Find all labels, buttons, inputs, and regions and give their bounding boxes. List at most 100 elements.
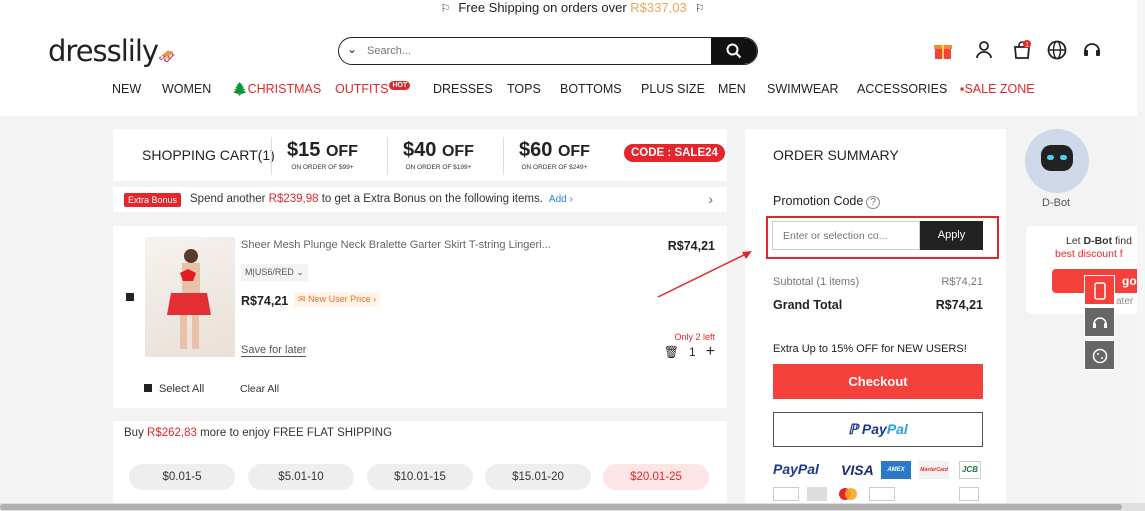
grand-total-value: R$74,21	[935, 298, 983, 312]
subtotal-value: R$74,21	[941, 276, 983, 288]
price-range-tab-active[interactable]: $20.01-25	[603, 464, 709, 490]
product-image[interactable]	[145, 237, 235, 357]
paypal-logo: PayPal	[773, 461, 819, 477]
mobile-app-button[interactable]	[1084, 275, 1115, 305]
item-checkbox[interactable]	[126, 293, 134, 301]
flag-icon: ⚐	[440, 3, 451, 15]
site-header: dresslily🛷 ⌄ 1 NEW WOMEN 🌲CHRISTMAS OUTF…	[0, 22, 1145, 116]
nav-men[interactable]: MEN	[718, 82, 746, 96]
cart-title: SHOPPING CART(1)	[142, 147, 275, 163]
d-bot-label: D-Bot	[1042, 197, 1071, 209]
nav-christmas[interactable]: 🌲CHRISTMAS	[232, 82, 321, 97]
free-shipping-banner: ⚐ Free Shipping on orders over R$337,03 ⚐	[0, 0, 1145, 22]
nav-sale-zone[interactable]: ▪SALE ZONE	[960, 82, 1035, 96]
maestro-icon	[905, 487, 949, 501]
card-icon	[807, 487, 827, 501]
search-input[interactable]	[367, 42, 707, 60]
cart-item: Sheer Mesh Plunge Neck Bralette Garter S…	[113, 226, 727, 408]
order-summary-title: ORDER SUMMARY	[773, 147, 899, 163]
promotion-code-label: Promotion Code?	[773, 194, 880, 209]
search-button[interactable]	[711, 38, 757, 64]
nav-tops[interactable]: TOPS	[507, 82, 541, 96]
apply-button[interactable]: Apply	[920, 221, 983, 250]
bonus-amount: R$239,98	[268, 193, 319, 205]
cart-header: SHOPPING CART(1) $15 OFF ON ORDER OF $99…	[113, 129, 727, 181]
nav-dresses[interactable]: DRESSES	[433, 82, 493, 96]
nav-bottoms[interactable]: BOTTOMS	[560, 82, 622, 96]
flag-icon: ⚐	[694, 3, 705, 15]
stock-warning: Only 2 left	[674, 332, 715, 342]
shipping-threshold: R$337,03	[630, 0, 687, 15]
search-bar: ⌄	[338, 37, 758, 65]
extra-bonus-bar[interactable]: Extra Bonus Spend another R$239,98 to ge…	[113, 187, 727, 212]
subtotal-row: Subtotal (1 items) R$74,21	[773, 276, 983, 288]
promo-code-highlight: Apply	[766, 216, 999, 259]
phone-icon	[1094, 282, 1106, 300]
d-bot-avatar[interactable]	[1025, 129, 1089, 193]
variant-selector[interactable]: M|US6/RED ⌄	[241, 264, 308, 281]
lingerie-figure	[167, 249, 211, 349]
help-icon[interactable]: ?	[866, 196, 880, 209]
chevron-right-icon[interactable]: ›	[708, 191, 713, 207]
quantity-stepper: 🗑 1 +	[654, 343, 715, 361]
nav-new[interactable]: NEW	[112, 82, 141, 96]
support-button[interactable]	[1084, 307, 1115, 337]
cookie-button[interactable]	[1084, 340, 1115, 370]
card-icon	[959, 487, 979, 501]
price-range-tab[interactable]: $0.01-5	[129, 464, 235, 490]
dresslily-logo[interactable]: dresslily🛷	[48, 34, 176, 68]
quantity-value[interactable]: 1	[689, 345, 696, 359]
coupon-code-badge[interactable]: CODE : SALE24	[624, 144, 725, 162]
divider	[271, 137, 272, 175]
cart-icon[interactable]: 1	[1011, 39, 1033, 61]
robot-icon	[1041, 145, 1073, 171]
checkout-button[interactable]: Checkout	[773, 364, 983, 399]
new-user-price-badge[interactable]: ✉ New User Price ›	[294, 292, 381, 307]
nav-accessories[interactable]: ACCESSORIES	[857, 82, 947, 96]
jcb-logo: JCB	[959, 461, 981, 479]
select-all-checkbox	[144, 384, 152, 392]
save-for-later-link[interactable]: Save for later	[241, 344, 307, 357]
nav-outfits[interactable]: OUTFITS HOT	[335, 81, 411, 96]
promo-15-off: $15 OFF ON ORDER OF $99+	[287, 139, 358, 171]
diners-icon	[773, 487, 799, 501]
cookie-icon	[1092, 348, 1108, 364]
promo-40-off: $40 OFF ON ORDER OF $199+	[403, 139, 474, 171]
horizontal-scrollbar[interactable]	[0, 503, 1145, 511]
add-link[interactable]: Add ›	[549, 194, 573, 205]
vertical-scrollbar[interactable]	[1137, 0, 1145, 503]
mastercard-icon	[837, 487, 859, 501]
trash-icon[interactable]: 🗑	[664, 345, 679, 359]
globe-icon[interactable]	[1046, 39, 1068, 61]
clear-all-link[interactable]: Clear All	[240, 383, 279, 395]
divider	[503, 137, 504, 175]
visa-logo: VISA	[841, 462, 874, 478]
headset-icon	[1093, 317, 1107, 328]
nav-women[interactable]: WOMEN	[162, 82, 211, 96]
price-range-tab[interactable]: $5.01-10	[248, 464, 354, 490]
chevron-down-icon[interactable]: ⌄	[347, 42, 357, 56]
price-range-tab[interactable]: $15.01-20	[485, 464, 591, 490]
chevron-down-icon: ⌄	[296, 267, 304, 277]
free-shipping-section: Buy R$262,83 more to enjoy FREE FLAT SHI…	[113, 421, 727, 511]
mastercard-logo: MasterCard	[919, 461, 949, 479]
headset-icon[interactable]	[1081, 39, 1103, 61]
hot-badge: HOT	[389, 81, 411, 90]
plus-icon[interactable]: +	[706, 343, 715, 360]
user-icon[interactable]	[973, 39, 995, 61]
nav-swimwear[interactable]: SWIMWEAR	[767, 82, 839, 96]
gift-icon[interactable]	[932, 39, 954, 61]
shipping-remaining: R$262,83	[147, 427, 197, 439]
paypal-button[interactable]: ℙ PayPal	[773, 412, 983, 447]
christmas-tree-icon: 🌲	[232, 82, 248, 96]
promo-code-input[interactable]	[772, 221, 920, 250]
scrollbar-thumb[interactable]	[0, 504, 1122, 510]
order-summary: ORDER SUMMARY Promotion Code? Apply Subt…	[745, 129, 1006, 511]
price-range-tab[interactable]: $10.01-15	[367, 464, 473, 490]
promo-60-off: $60 OFF ON ORDER OF $249+	[519, 139, 590, 171]
sleigh-icon: 🛷	[158, 49, 175, 65]
select-all[interactable]: Select All	[144, 383, 204, 395]
divider	[387, 137, 388, 175]
product-name[interactable]: Sheer Mesh Plunge Neck Bralette Garter S…	[241, 239, 551, 251]
nav-plus-size[interactable]: PLUS SIZE	[641, 82, 705, 96]
